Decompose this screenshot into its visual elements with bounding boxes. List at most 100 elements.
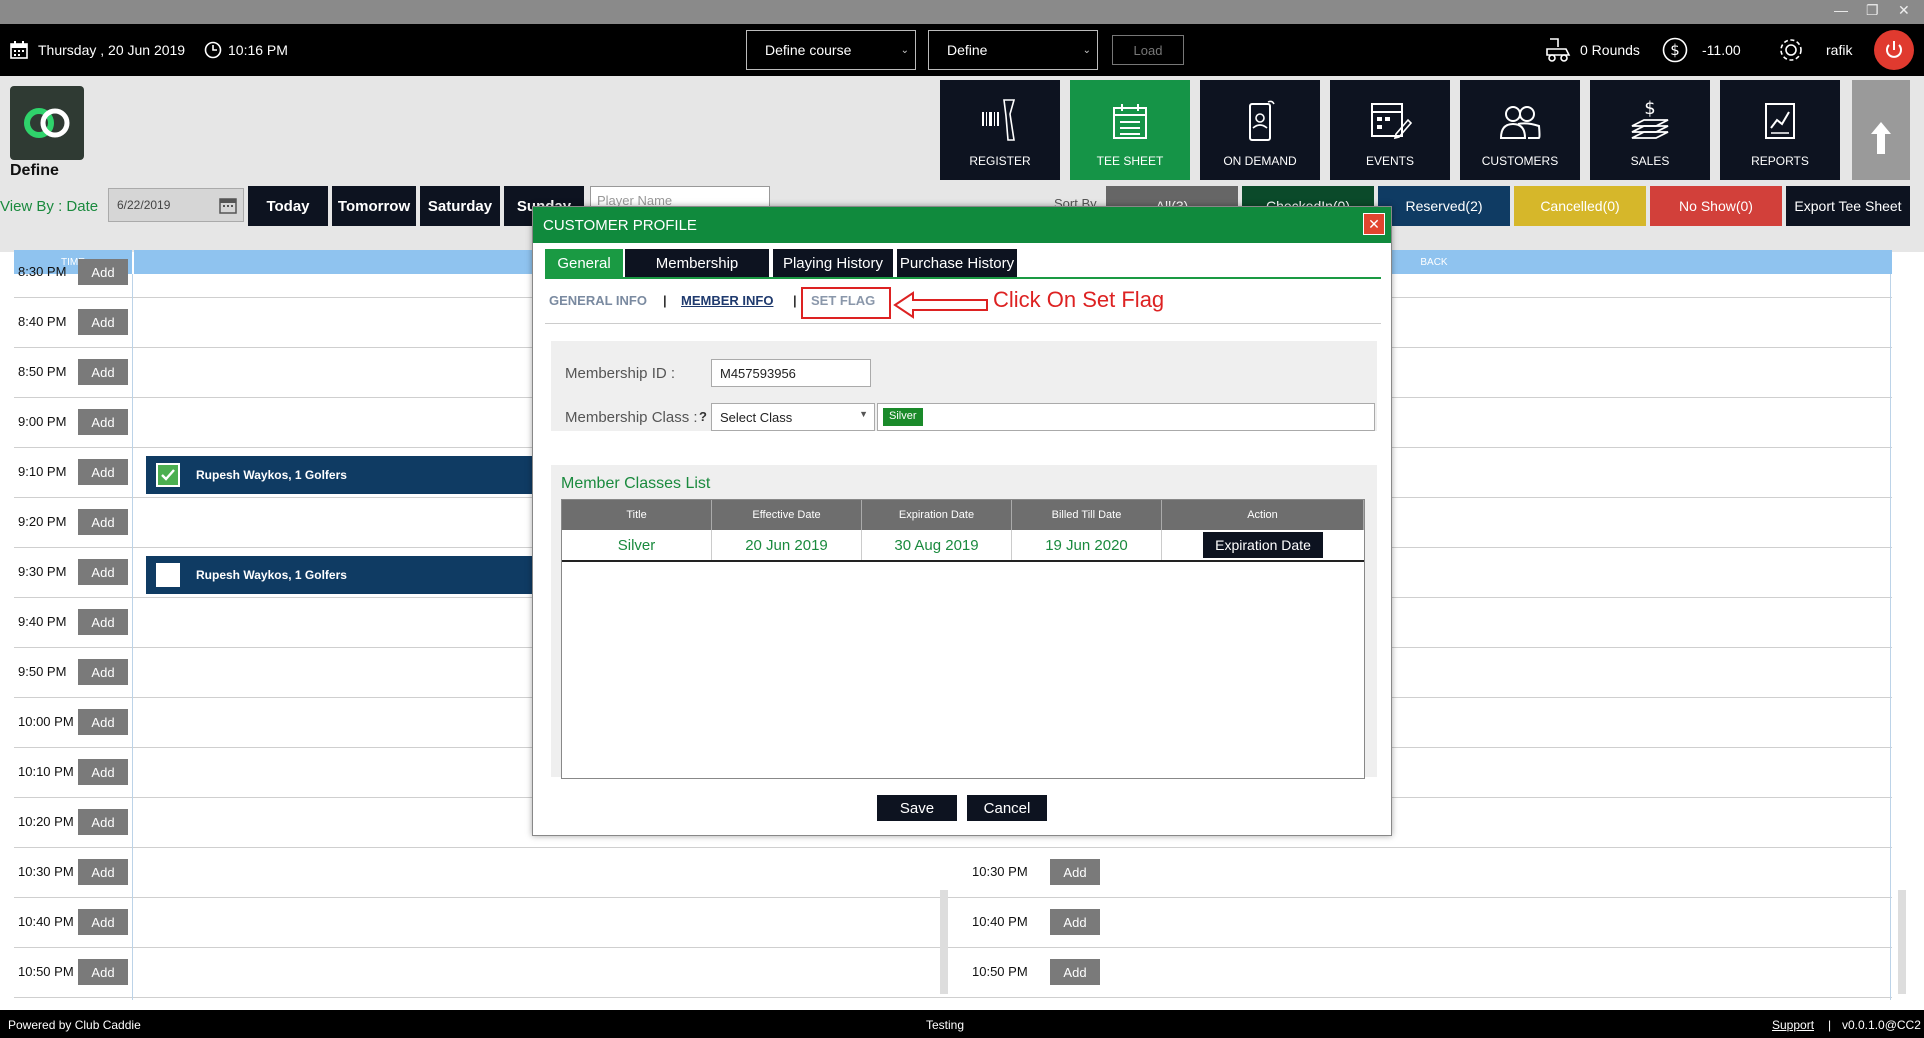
add-button[interactable]: Add: [1050, 959, 1100, 985]
back-scrollbar[interactable]: [1898, 890, 1906, 994]
add-button[interactable]: Add: [78, 659, 128, 685]
add-button[interactable]: Add: [78, 959, 128, 985]
tomorrow-button[interactable]: Tomorrow: [332, 186, 416, 226]
class-badge: Silver: [883, 408, 923, 426]
nav-label: REPORTS: [1751, 154, 1809, 168]
today-button[interactable]: Today: [248, 186, 328, 226]
add-button[interactable]: Add: [78, 609, 128, 635]
add-button[interactable]: Add: [78, 809, 128, 835]
version-label: v0.0.1.0@CC2: [1842, 1018, 1921, 1032]
date-value: 6/22/2019: [117, 198, 171, 212]
nav-on-demand[interactable]: ON DEMAND: [1200, 80, 1320, 180]
checkbox-icon[interactable]: [156, 563, 180, 587]
front-scrollbar[interactable]: [940, 890, 948, 994]
save-button[interactable]: Save: [877, 795, 957, 821]
filter-cancelled[interactable]: Cancelled(0): [1514, 186, 1646, 226]
current-time: 10:16 PM: [228, 42, 288, 58]
gear-icon[interactable]: [1778, 24, 1804, 76]
tee-time: 10:50 PM: [18, 964, 74, 979]
membership-class-select[interactable]: Select Class ▼: [711, 403, 875, 431]
tab-playing-history[interactable]: Playing History: [773, 249, 893, 277]
barcode-scanner-icon: [982, 99, 1016, 141]
filter-reserved[interactable]: Reserved(2): [1378, 186, 1510, 226]
tab-underline: [545, 277, 1381, 279]
booking-row-1[interactable]: Rupesh Waykos, 1 Golfers: [146, 456, 544, 494]
add-button[interactable]: Add: [78, 509, 128, 535]
subtab-general-info[interactable]: GENERAL INFO: [549, 293, 647, 308]
add-button[interactable]: Add: [78, 709, 128, 735]
rounds-count: 0 Rounds: [1580, 42, 1640, 58]
environment-label: Testing: [926, 1018, 965, 1032]
filter-no-show[interactable]: No Show(0): [1650, 186, 1782, 226]
app-footer: Powered by Club Caddie Testing Support |…: [0, 1010, 1924, 1038]
tee-time: 9:30 PM: [18, 564, 67, 579]
tee-time: 9:00 PM: [18, 414, 67, 429]
collapse-up-button[interactable]: [1852, 80, 1910, 180]
close-icon[interactable]: ✕: [1363, 213, 1385, 235]
add-button[interactable]: Add: [78, 259, 128, 285]
help-icon[interactable]: ?: [699, 409, 707, 424]
cancel-button[interactable]: Cancel: [967, 795, 1047, 821]
back-tee-row: 10:30 PM Add: [968, 848, 1100, 898]
expiration-date-button[interactable]: Expiration Date: [1203, 532, 1323, 558]
add-button[interactable]: Add: [78, 759, 128, 785]
nav-reports[interactable]: REPORTS: [1720, 80, 1840, 180]
load-button[interactable]: Load: [1112, 35, 1184, 65]
add-button[interactable]: Add: [78, 359, 128, 385]
customers-icon: [1499, 106, 1541, 139]
nav-register[interactable]: REGISTER: [940, 80, 1060, 180]
calendar-icon[interactable]: [219, 196, 237, 217]
membership-id-field[interactable]: M457593956: [711, 359, 871, 387]
nav-tee-sheet[interactable]: TEE SHEET: [1070, 80, 1190, 180]
date-picker[interactable]: 6/22/2019: [108, 188, 244, 222]
minimize-button[interactable]: —: [1834, 2, 1848, 18]
class-select-value: Select Class: [720, 410, 793, 425]
nav-events[interactable]: EVENTS: [1330, 80, 1450, 180]
export-tee-sheet-button[interactable]: Export Tee Sheet: [1786, 186, 1910, 226]
course-select[interactable]: Define course ⌄: [746, 30, 916, 70]
tab-purchase-history[interactable]: Purchase History: [897, 249, 1017, 277]
support-link[interactable]: Support: [1772, 1018, 1814, 1032]
footer-separator: |: [1828, 1018, 1832, 1032]
tee-time: 9:50 PM: [18, 664, 67, 679]
checkmark-icon[interactable]: [156, 463, 180, 487]
power-icon[interactable]: [1874, 30, 1914, 70]
sales-money-icon: $: [1631, 98, 1669, 139]
chevron-down-icon: ⌄: [900, 44, 909, 56]
add-button[interactable]: Add: [78, 459, 128, 485]
brand-name: Define: [10, 162, 59, 179]
define-select[interactable]: Define ⌄: [928, 30, 1098, 70]
add-button[interactable]: Add: [78, 409, 128, 435]
subtab-member-info[interactable]: MEMBER INFO: [681, 293, 773, 308]
add-button[interactable]: Add: [1050, 859, 1100, 885]
back-tee-row: 10:40 PM Add: [968, 898, 1100, 948]
column-divider: [132, 274, 133, 1000]
add-button[interactable]: Add: [1050, 909, 1100, 935]
subtab-separator: |: [793, 293, 797, 308]
tee-time: 9:20 PM: [18, 514, 67, 529]
tee-sheet-icon: [1113, 104, 1147, 139]
booking-row-2[interactable]: Rupesh Waykos, 1 Golfers: [146, 556, 544, 594]
class-tags-field[interactable]: [877, 403, 1375, 431]
nav-sales[interactable]: $ SALES: [1590, 80, 1710, 180]
table-header: Action: [1162, 500, 1364, 530]
tab-general[interactable]: General: [545, 249, 623, 277]
tab-membership[interactable]: Membership: [625, 249, 769, 277]
add-button[interactable]: Add: [78, 559, 128, 585]
window-titlebar: — ❐ ✕: [0, 0, 1924, 24]
saturday-button[interactable]: Saturday: [420, 186, 500, 226]
powered-by: Powered by Club Caddie: [8, 1018, 141, 1032]
restore-button[interactable]: ❐: [1866, 2, 1879, 19]
add-button[interactable]: Add: [78, 309, 128, 335]
window-close-button[interactable]: ✕: [1898, 2, 1910, 19]
member-classes-title: Member Classes List: [561, 475, 711, 492]
tee-time: 8:50 PM: [18, 364, 67, 379]
cell-effective-date: 20 Jun 2019: [712, 530, 862, 560]
nav-customers[interactable]: CUSTOMERS: [1460, 80, 1580, 180]
add-button[interactable]: Add: [78, 859, 128, 885]
table-header: Title: [562, 500, 712, 530]
add-button[interactable]: Add: [78, 909, 128, 935]
dialog-title: CUSTOMER PROFILE: [533, 207, 1391, 243]
booking-label: Rupesh Waykos, 1 Golfers: [196, 568, 347, 582]
user-name: rafik: [1826, 42, 1853, 58]
